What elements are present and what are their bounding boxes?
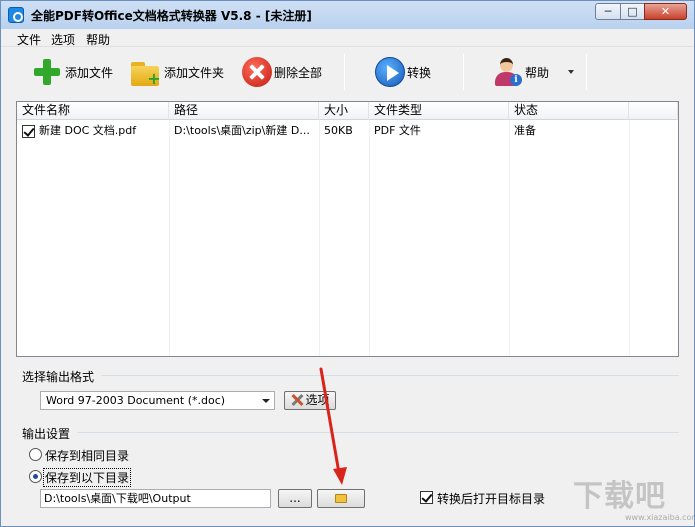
options-button-label: 选项 <box>305 393 330 407</box>
custom-dir-label[interactable]: 保存到以下目录 <box>42 468 132 487</box>
output-settings-group-label: 输出设置 <box>22 425 75 442</box>
watermark-logo: 下载吧 <box>573 479 666 514</box>
cell-path: D:\tools\桌面\zip\新建 D... <box>174 124 310 137</box>
column-divider <box>319 120 320 356</box>
folder-add-icon: + <box>130 56 162 88</box>
add-file-button[interactable]: 添加文件 <box>31 54 113 90</box>
open-after-checkbox[interactable] <box>420 491 433 504</box>
convert-button[interactable]: 转换 <box>375 54 431 90</box>
group-divider <box>77 432 679 433</box>
output-format-group-label: 选择输出格式 <box>22 368 99 385</box>
table-row[interactable]: 新建 DOC 文档.pdf D:\tools\桌面\zip\新建 D... 50… <box>17 121 678 141</box>
watermark-url: www.xiazaiba.com <box>625 513 695 522</box>
same-dir-label[interactable]: 保存到相同目录 <box>45 447 129 464</box>
file-list-header: 文件名称 路径 大小 文件类型 状态 <box>17 102 678 120</box>
help-button[interactable]: i 帮助 <box>491 54 549 90</box>
delete-icon <box>242 57 272 87</box>
delete-all-label: 删除全部 <box>274 65 323 80</box>
open-after-label[interactable]: 转换后打开目标目录 <box>437 490 545 507</box>
toolbar-separator <box>463 54 464 90</box>
column-header-size[interactable]: 大小 <box>319 102 369 120</box>
toolbar: 添加文件 + 添加文件夹 删除全部 转换 i 帮助 <box>1 48 694 96</box>
cell-type: PDF 文件 <box>374 124 421 137</box>
help-dropdown-caret-icon[interactable] <box>568 70 574 74</box>
menu-bar: 文件 选项 帮助 <box>1 29 694 47</box>
output-format-select[interactable]: Word 97-2003 Document (*.doc) <box>40 391 275 410</box>
output-format-value: Word 97-2003 Document (*.doc) <box>46 394 226 407</box>
close-button[interactable]: ✕ <box>644 3 687 20</box>
window-title: 全能PDF转Office文档格式转换器 V5.8 - [未注册] <box>31 9 312 23</box>
help-label: 帮助 <box>525 65 550 80</box>
title-bar[interactable]: 全能PDF转Office文档格式转换器 V5.8 - [未注册] ─ □ ✕ <box>1 1 694 29</box>
app-window: 全能PDF转Office文档格式转换器 V5.8 - [未注册] ─ □ ✕ 文… <box>0 0 695 527</box>
menu-options[interactable]: 选项 <box>49 31 77 48</box>
cell-status: 准备 <box>514 124 536 137</box>
column-header-name[interactable]: 文件名称 <box>17 102 169 120</box>
options-button[interactable]: 选项 <box>284 391 336 410</box>
column-header-filler <box>629 102 678 120</box>
custom-dir-radio[interactable] <box>29 470 42 483</box>
column-header-path[interactable]: 路径 <box>169 102 319 120</box>
folder-icon <box>335 494 347 503</box>
same-dir-radio[interactable] <box>29 448 42 461</box>
chevron-down-icon <box>262 399 270 403</box>
cell-name: 新建 DOC 文档.pdf <box>39 124 137 137</box>
column-header-status[interactable]: 状态 <box>509 102 629 120</box>
column-divider <box>369 120 370 356</box>
add-folder-button[interactable]: + 添加文件夹 <box>130 54 224 90</box>
menu-help[interactable]: 帮助 <box>84 31 112 48</box>
file-list[interactable]: 文件名称 路径 大小 文件类型 状态 新建 DOC 文档.pdf D:\tool… <box>16 101 679 357</box>
column-divider <box>509 120 510 356</box>
cell-size: 50KB <box>324 124 353 137</box>
toolbar-separator <box>344 54 345 90</box>
browse-button[interactable]: ... <box>278 489 312 508</box>
plus-icon <box>31 56 63 88</box>
output-path-input[interactable]: D:\tools\桌面\下载吧\Output <box>40 489 271 508</box>
column-divider <box>629 120 630 356</box>
add-folder-label: 添加文件夹 <box>164 65 225 80</box>
column-header-type[interactable]: 文件类型 <box>369 102 509 120</box>
play-icon <box>375 57 405 87</box>
delete-all-button[interactable]: 删除全部 <box>242 54 322 90</box>
app-logo-icon <box>8 7 24 23</box>
tools-icon <box>290 394 304 406</box>
maximize-button[interactable]: □ <box>620 3 645 20</box>
add-file-label: 添加文件 <box>65 65 114 80</box>
minimize-button[interactable]: ─ <box>595 3 621 20</box>
toolbar-separator <box>586 54 587 90</box>
convert-label: 转换 <box>407 65 432 80</box>
group-divider <box>101 375 679 376</box>
user-help-icon: i <box>491 56 523 88</box>
column-divider <box>169 120 170 356</box>
menu-file[interactable]: 文件 <box>15 31 43 48</box>
